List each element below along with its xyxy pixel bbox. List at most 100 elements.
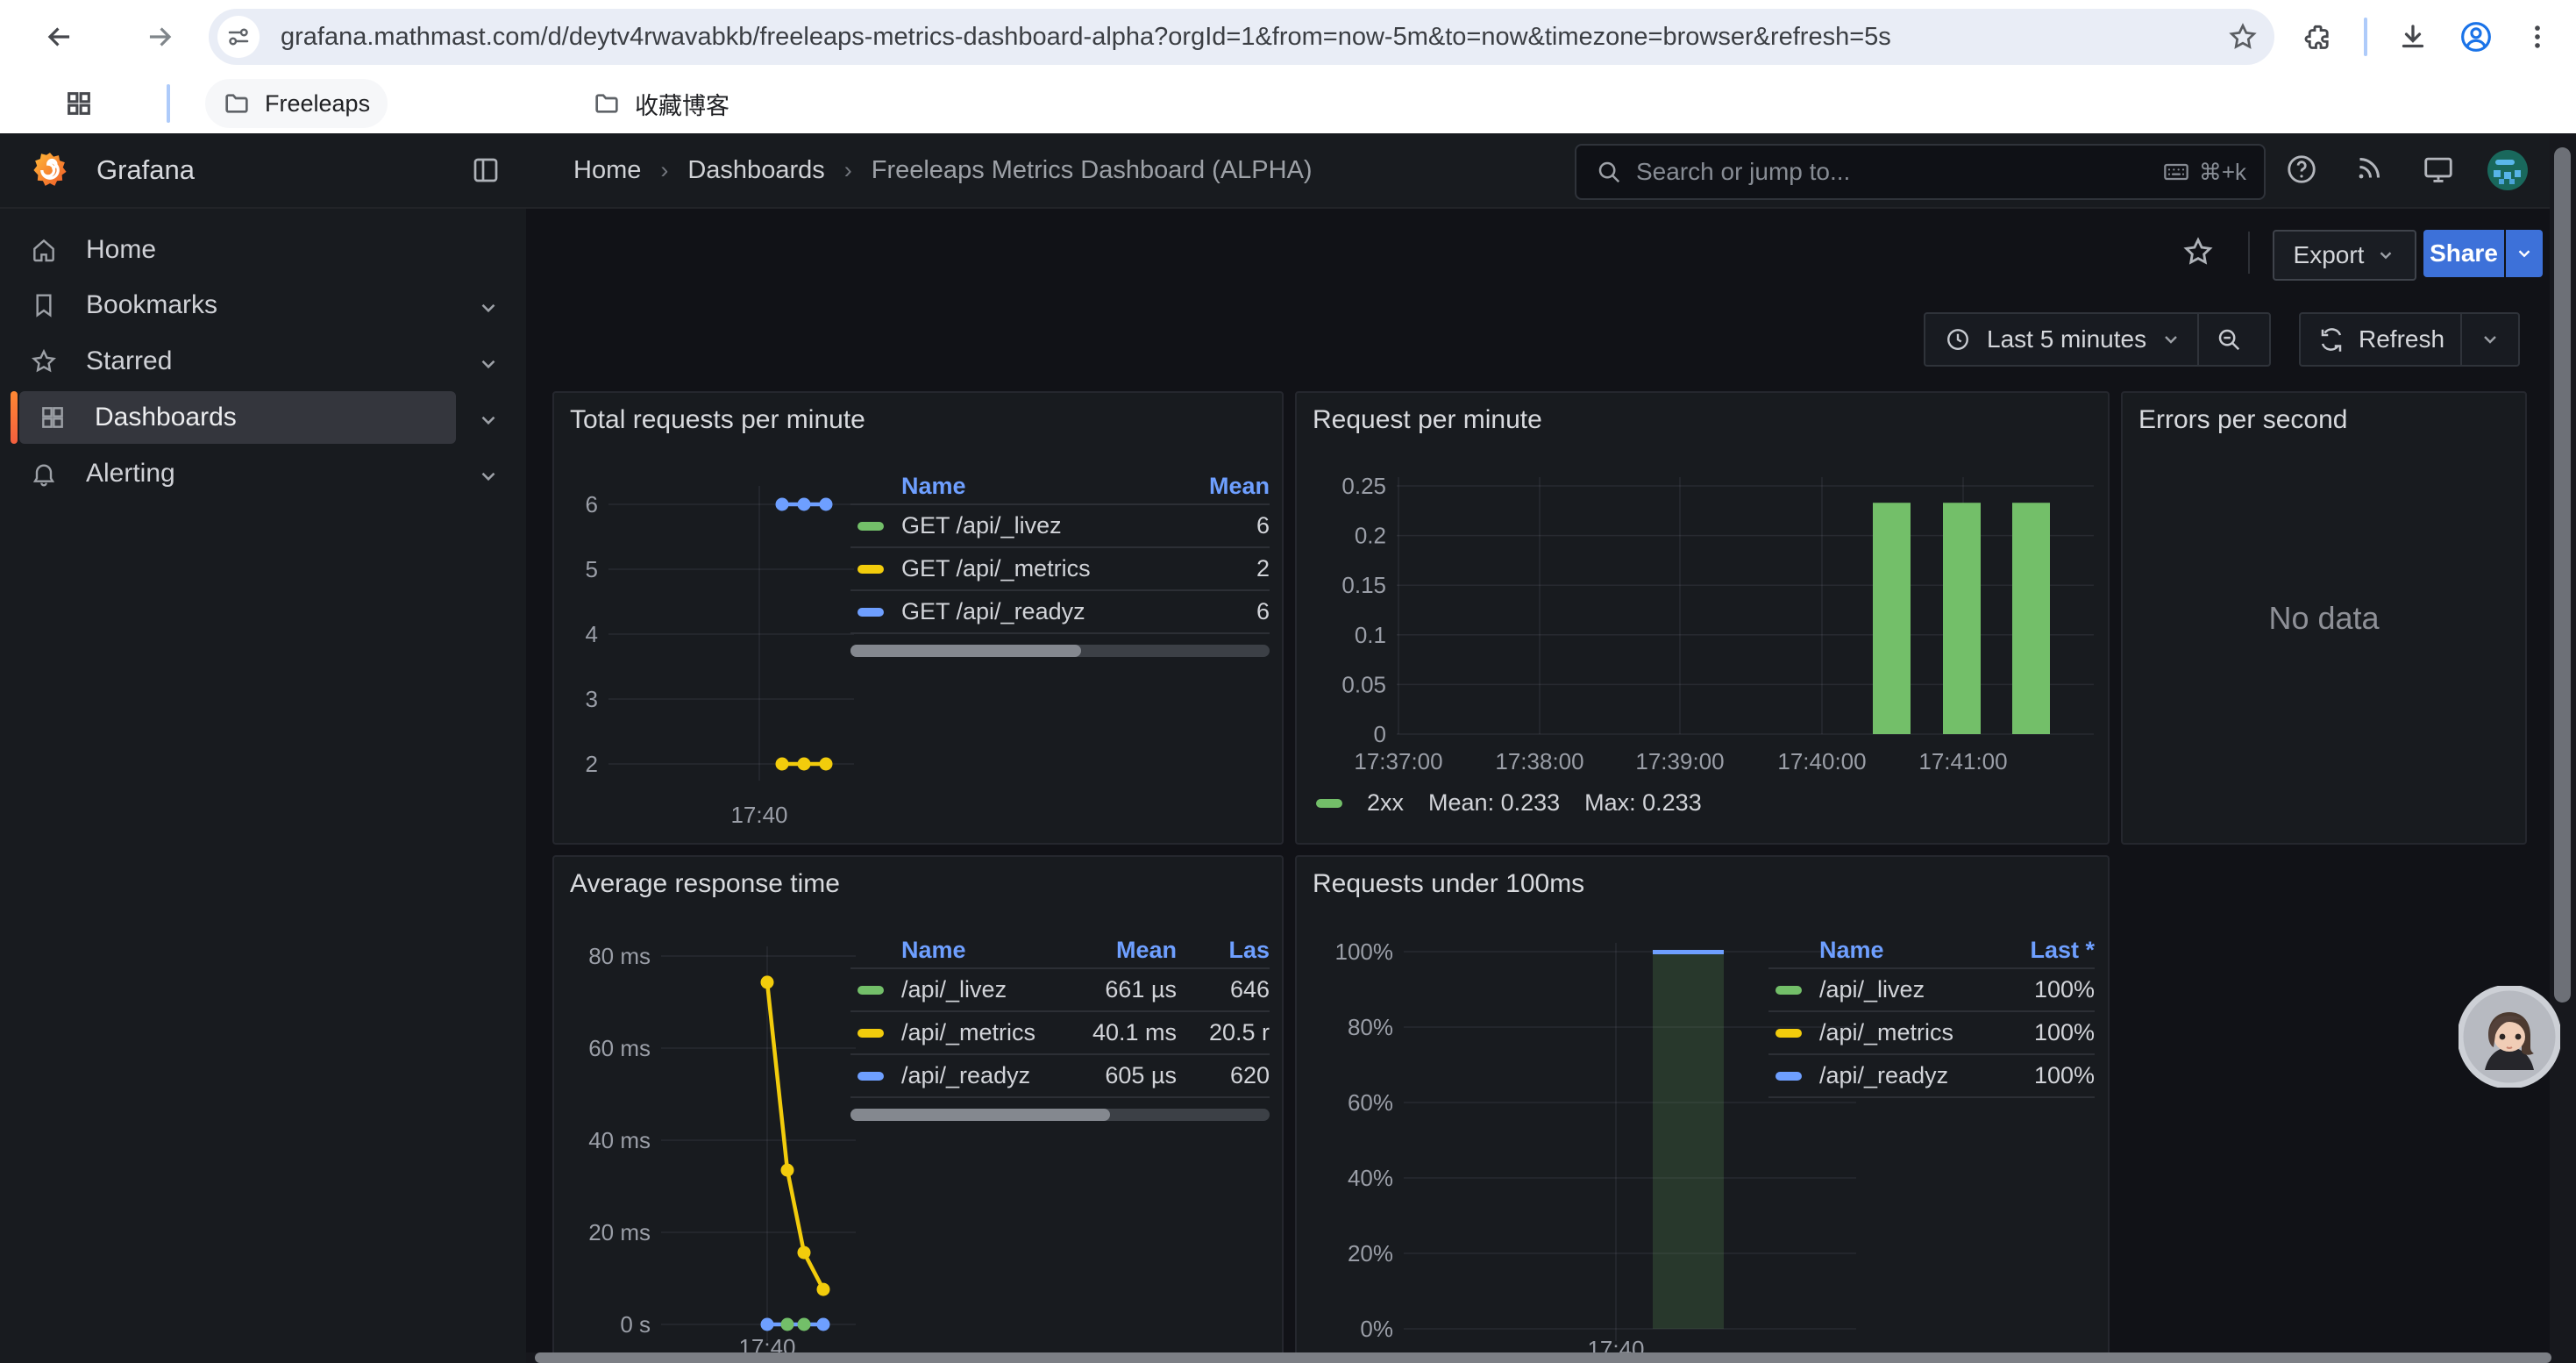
sidebar-item-label: Starred bbox=[86, 346, 172, 376]
share-button[interactable]: Share bbox=[2423, 230, 2504, 277]
chevron-down-icon[interactable] bbox=[477, 353, 500, 375]
time-range-picker[interactable]: Last 5 minutes bbox=[1924, 312, 2271, 367]
series-color-pill bbox=[857, 1029, 884, 1038]
svg-text:0: 0 bbox=[1374, 721, 1386, 747]
time-controls: Last 5 minutes Refresh bbox=[526, 298, 2576, 391]
legend-col-name[interactable]: Name bbox=[850, 937, 1045, 964]
bookmarks-separator bbox=[167, 84, 170, 123]
svg-text:60 ms: 60 ms bbox=[588, 1035, 651, 1061]
forward-icon[interactable] bbox=[135, 12, 184, 61]
export-button[interactable]: Export bbox=[2273, 230, 2416, 281]
bookmark-folder-freeleaps[interactable]: Freeleaps bbox=[205, 79, 388, 128]
legend-under-100ms: Name Last * /api/_livez 100% /api/_metri… bbox=[1768, 932, 2095, 1098]
star-icon bbox=[30, 347, 58, 375]
svg-text:60%: 60% bbox=[1348, 1089, 1393, 1116]
legend-row[interactable]: /api/_readyz 605 µs 620 bbox=[850, 1055, 1270, 1098]
zoom-out-icon bbox=[2216, 326, 2242, 353]
svg-text:2: 2 bbox=[586, 751, 598, 777]
sidebar-item-alerting[interactable]: Alerting bbox=[11, 447, 456, 500]
back-icon[interactable] bbox=[35, 12, 84, 61]
search-placeholder: Search or jump to... bbox=[1636, 158, 2162, 186]
search-input[interactable]: Search or jump to... ⌘+k bbox=[1575, 144, 2266, 200]
legend-scrollbar[interactable] bbox=[850, 1109, 1270, 1121]
legend-row[interactable]: /api/_metrics 100% bbox=[1768, 1012, 2095, 1055]
legend-2xx[interactable]: 2xx Mean: 0.233 Max: 0.233 bbox=[1316, 789, 1702, 817]
zoom-out-button[interactable] bbox=[2199, 326, 2259, 353]
chevron-down-icon[interactable] bbox=[477, 296, 500, 319]
svg-text:17:39:00: 17:39:00 bbox=[1635, 748, 1724, 774]
search-icon bbox=[1596, 159, 1622, 185]
series-color-pill bbox=[1775, 1029, 1802, 1038]
svg-text:0%: 0% bbox=[1360, 1316, 1393, 1342]
breadcrumb-dashboards[interactable]: Dashboards bbox=[687, 156, 824, 185]
series-color-pill bbox=[1775, 986, 1802, 995]
legend-col-last[interactable]: Last * bbox=[1989, 937, 2095, 964]
refresh-picker[interactable]: Refresh bbox=[2299, 312, 2520, 367]
grafana-logo[interactable] bbox=[30, 150, 70, 190]
favorite-star-icon[interactable] bbox=[2181, 235, 2215, 268]
legend-row[interactable]: /api/_metrics 40.1 ms 20.5 r bbox=[850, 1012, 1270, 1055]
legend-row[interactable]: /api/_readyz 100% bbox=[1768, 1055, 2095, 1098]
svg-text:80%: 80% bbox=[1348, 1014, 1393, 1040]
sidebar-item-label: Dashboards bbox=[95, 403, 237, 432]
news-rss-icon[interactable] bbox=[2353, 153, 2385, 184]
sidebar-item-home[interactable]: Home bbox=[11, 224, 456, 276]
panel-title[interactable]: Request per minute bbox=[1313, 405, 1542, 435]
legend-col-mean[interactable]: Mean bbox=[1173, 473, 1270, 500]
url-text[interactable]: grafana.mathmast.com/d/deytv4rwavabkb/fr… bbox=[281, 23, 2227, 52]
refresh-interval-button[interactable] bbox=[2462, 329, 2518, 350]
brand-name[interactable]: Grafana bbox=[96, 154, 195, 186]
sidebar-item-label: Home bbox=[86, 235, 156, 265]
svg-text:80 ms: 80 ms bbox=[588, 943, 651, 969]
legend-col-name[interactable]: Name bbox=[1768, 937, 1989, 964]
floating-assistant-avatar[interactable] bbox=[2459, 986, 2560, 1088]
svg-text:17:37:00: 17:37:00 bbox=[1354, 748, 1442, 774]
legend-col-mean[interactable]: Mean bbox=[1045, 937, 1177, 964]
sidebar-item-bookmarks[interactable]: Bookmarks bbox=[11, 279, 456, 332]
series-color-pill bbox=[857, 1072, 884, 1081]
refresh-label: Refresh bbox=[2359, 325, 2444, 353]
browser-menu-icon[interactable] bbox=[2513, 12, 2562, 61]
share-menu-button[interactable] bbox=[2506, 230, 2543, 277]
help-icon[interactable] bbox=[2285, 153, 2318, 186]
site-settings-icon[interactable] bbox=[217, 16, 260, 58]
legend-col-name[interactable]: Name bbox=[850, 473, 1173, 500]
legend-row[interactable]: GET /api/_metrics 2 bbox=[850, 548, 1270, 591]
chevron-down-icon[interactable] bbox=[477, 409, 500, 432]
chevron-down-icon bbox=[2515, 244, 2534, 263]
bookmark-label: Freeleaps bbox=[265, 90, 370, 118]
collapse-sidebar-icon[interactable] bbox=[470, 154, 502, 186]
series-color-pill bbox=[857, 986, 884, 995]
bookmark-folder-blogs[interactable]: 收藏博客 bbox=[575, 79, 747, 128]
bookmark-star-icon[interactable] bbox=[2227, 21, 2259, 53]
vertical-scrollbar-thumb[interactable] bbox=[2554, 147, 2571, 1003]
profile-icon[interactable] bbox=[2451, 12, 2501, 61]
chevron-down-icon bbox=[2480, 329, 2501, 350]
chevron-down-icon[interactable] bbox=[477, 465, 500, 488]
display-icon[interactable] bbox=[2422, 153, 2455, 186]
legend-total-requests: Name Mean GET /api/_livez 6 GET /api/_me… bbox=[850, 468, 1270, 657]
legend-col-last[interactable]: Las bbox=[1177, 937, 1270, 964]
breadcrumb-home[interactable]: Home bbox=[573, 156, 641, 185]
user-avatar[interactable] bbox=[2487, 149, 2529, 191]
legend-row[interactable]: GET /api/_livez 6 bbox=[850, 505, 1270, 548]
breadcrumb-separator: › bbox=[660, 157, 668, 184]
url-bar[interactable]: grafana.mathmast.com/d/deytv4rwavabkb/fr… bbox=[209, 9, 2274, 65]
sidebar-item-dashboards[interactable]: Dashboards bbox=[19, 391, 456, 444]
legend-row[interactable]: GET /api/_readyz 6 bbox=[850, 591, 1270, 634]
chart-request-per-minute[interactable]: 0.250.20.150.10.05017:37:0017:38:0017:39… bbox=[1306, 467, 2103, 788]
downloads-icon[interactable] bbox=[2388, 12, 2437, 61]
legend-scrollbar[interactable] bbox=[850, 645, 1270, 657]
svg-text:3: 3 bbox=[586, 686, 598, 712]
extensions-icon[interactable] bbox=[2294, 12, 2343, 61]
sidebar-item-starred[interactable]: Starred bbox=[11, 335, 456, 388]
horizontal-scrollbar-thumb[interactable] bbox=[535, 1352, 2551, 1363]
svg-text:5: 5 bbox=[586, 556, 598, 582]
legend-row[interactable]: /api/_livez 661 µs 646 bbox=[850, 969, 1270, 1012]
panel-title[interactable]: Total requests per minute bbox=[570, 405, 865, 435]
legend-row[interactable]: /api/_livez 100% bbox=[1768, 969, 2095, 1012]
chevron-down-icon bbox=[2376, 246, 2395, 265]
panel-title[interactable]: Average response time bbox=[570, 869, 840, 899]
panel-title[interactable]: Requests under 100ms bbox=[1313, 869, 1584, 899]
apps-grid-icon[interactable] bbox=[54, 79, 103, 128]
